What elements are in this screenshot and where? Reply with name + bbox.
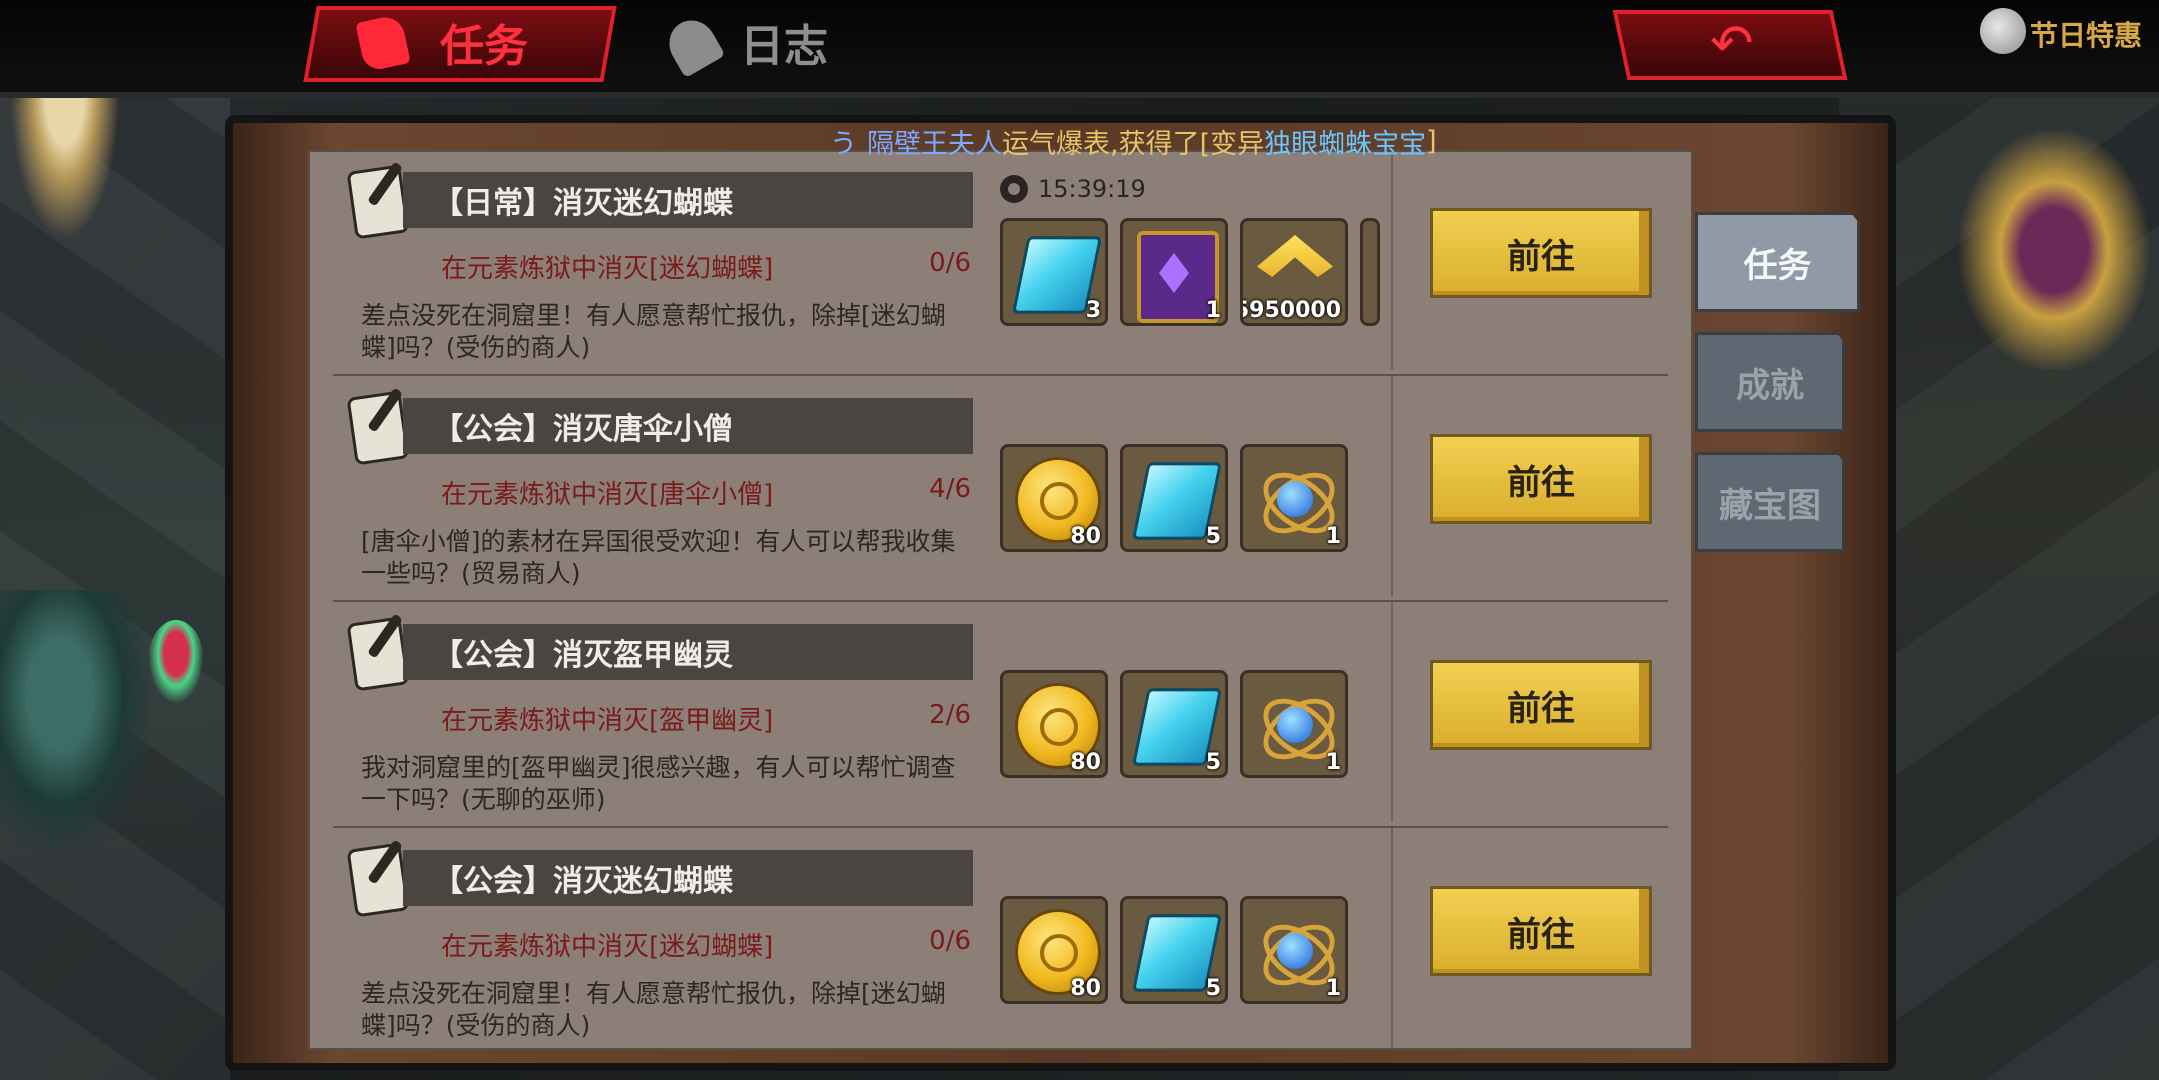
reward-item[interactable]: 5 <box>1120 670 1228 778</box>
reward-list: 80 5 1 <box>1000 444 1348 552</box>
reward-qty: 1 <box>1325 750 1341 775</box>
quest-description: 我对洞窟里的[盔甲幽灵]很感兴趣，有人可以帮忙调查一下吗？(无聊的巫师) <box>361 753 956 814</box>
pet-character <box>148 620 204 704</box>
orb-icon <box>1252 911 1345 998</box>
quest-title-bar: 【公会】消灭迷幻蝴蝶 <box>403 850 973 906</box>
reward-item[interactable]: 5 <box>1120 444 1228 552</box>
quest-row: 【公会】消灭唐伞小僧 在元素炼狱中消灭[唐伞小僧] 4/6 [唐伞小僧]的素材在… <box>308 376 1693 602</box>
objective-text: 在元素炼狱中消灭[迷幻蝴蝶] <box>441 254 774 284</box>
tab-quests[interactable]: 任务 <box>303 0 617 84</box>
reward-qty: 80 <box>1070 750 1101 775</box>
objective-text: 在元素炼狱中消灭[唐伞小僧] <box>441 480 774 510</box>
quest-title: 【公会】消灭迷幻蝴蝶 <box>433 864 733 899</box>
reward-qty: 5 <box>1205 976 1221 1001</box>
monster-character <box>0 590 150 850</box>
objective-progress: 4/6 <box>929 474 971 504</box>
objective-progress: 0/6 <box>929 248 971 278</box>
reward-item[interactable]: 80 <box>1000 444 1108 552</box>
ticker-prefix: う <box>830 128 857 160</box>
quest-objective: 在元素炼狱中消灭[唐伞小僧] 4/6 <box>441 474 971 511</box>
reward-item[interactable]: 80 <box>1000 670 1108 778</box>
festival-icon[interactable] <box>1980 8 2026 54</box>
reward-item-partial[interactable] <box>1360 218 1380 326</box>
go-button[interactable]: 前往 <box>1430 886 1652 976</box>
quest-description: 差点没死在洞窟里！有人愿意帮忙报仇，除掉[迷幻蝴蝶]吗？(受伤的商人) <box>361 979 946 1040</box>
reward-qty: 5 <box>1205 524 1221 549</box>
reward-item[interactable]: 3 <box>1000 218 1108 326</box>
objective-text: 在元素炼狱中消灭[盔甲幽灵] <box>441 706 774 736</box>
row-divider <box>1391 828 1393 1048</box>
reward-qty: 1 <box>1205 298 1221 323</box>
reward-qty: 80 <box>1070 524 1101 549</box>
ticker-text: 运气爆表,获得了[变异 <box>1002 128 1265 160</box>
reward-item[interactable]: 1 <box>1120 218 1228 326</box>
quest-objective: 在元素炼狱中消灭[盔甲幽灵] 2/6 <box>441 700 971 737</box>
go-button[interactable]: 前往 <box>1430 434 1652 524</box>
reward-item[interactable]: 80 <box>1000 896 1108 1004</box>
objective-text: 在元素炼狱中消灭[迷幻蝴蝶] <box>441 932 774 962</box>
ticker-item: 独眼蜘蛛宝宝 <box>1264 128 1427 160</box>
back-arrow-icon: ↶ <box>1710 14 1754 74</box>
exp-icon <box>1257 235 1333 277</box>
tab-label: 任务 <box>440 21 528 72</box>
quest-title: 【公会】消灭唐伞小僧 <box>433 412 733 447</box>
reward-qty: 5 <box>1205 750 1221 775</box>
quest-description: 差点没死在洞窟里！有人愿意帮忙报仇，除掉[迷幻蝴蝶]吗？(受伤的商人) <box>361 301 946 362</box>
quest-panel: 【日常】消灭迷幻蝴蝶 在元素炼狱中消灭[迷幻蝴蝶] 0/6 差点没死在洞窟里！有… <box>308 150 1693 1050</box>
reward-qty: 3 <box>1085 298 1101 323</box>
quest-title: 【日常】消灭迷幻蝴蝶 <box>433 186 733 221</box>
announcement-ticker: う 隔壁王夫人 运气爆表,获得了[变异 独眼蜘蛛宝宝 ] <box>830 122 1437 160</box>
orb-icon <box>1252 685 1345 772</box>
reward-item[interactable]: 1 <box>1240 670 1348 778</box>
back-button[interactable]: ↶ <box>1612 10 1848 80</box>
quest-title-bar: 【公会】消灭唐伞小僧 <box>403 398 973 454</box>
ticker-suffix: ] <box>1426 125 1437 157</box>
go-button[interactable]: 前往 <box>1430 208 1652 298</box>
objective-progress: 0/6 <box>929 926 971 956</box>
row-divider <box>1391 602 1393 822</box>
festival-label[interactable]: 节日特惠 <box>2030 14 2142 54</box>
quest-row: 【公会】消灭盔甲幽灵 在元素炼狱中消灭[盔甲幽灵] 2/6 我对洞窟里的[盔甲幽… <box>308 602 1693 828</box>
reward-item[interactable]: 5 <box>1120 896 1228 1004</box>
reward-qty: 1 <box>1325 524 1341 549</box>
ticker-player-name: 隔壁王夫人 <box>867 128 1002 160</box>
reward-item[interactable]: 1 <box>1240 896 1348 1004</box>
side-tab-achievements[interactable]: 成就 <box>1695 332 1845 432</box>
tab-log[interactable]: 日志 <box>650 0 870 84</box>
reward-list: 3 1 5950000 <box>1000 218 1380 326</box>
timer-text: 15:39:19 <box>1038 175 1146 203</box>
go-button[interactable]: 前往 <box>1430 660 1652 750</box>
reward-item[interactable]: 5950000 <box>1240 218 1348 326</box>
quest-objective: 在元素炼狱中消灭[迷幻蝴蝶] 0/6 <box>441 926 971 963</box>
reward-item[interactable]: 1 <box>1240 444 1348 552</box>
tab-label: 日志 <box>740 21 828 72</box>
objective-progress: 2/6 <box>929 700 971 730</box>
row-divider <box>1391 150 1393 370</box>
reward-qty: 80 <box>1070 976 1101 1001</box>
side-tabs: 任务 成就 藏宝图 <box>1695 212 1860 572</box>
side-tab-treasure-map[interactable]: 藏宝图 <box>1695 452 1845 552</box>
reward-list: 80 5 1 <box>1000 670 1348 778</box>
quest-row: 【公会】消灭迷幻蝴蝶 在元素炼狱中消灭[迷幻蝴蝶] 0/6 差点没死在洞窟里！有… <box>308 828 1693 1050</box>
quest-title: 【公会】消灭盔甲幽灵 <box>433 638 733 673</box>
reward-qty: 5950000 <box>1240 298 1341 323</box>
quest-title-bar: 【公会】消灭盔甲幽灵 <box>403 624 973 680</box>
reward-list: 80 5 1 <box>1000 896 1348 1004</box>
side-tab-quests[interactable]: 任务 <box>1695 212 1860 312</box>
quest-title-bar: 【日常】消灭迷幻蝴蝶 <box>403 172 973 228</box>
quest-objective: 在元素炼狱中消灭[迷幻蝴蝶] 0/6 <box>441 248 971 285</box>
row-divider <box>1391 376 1393 596</box>
clock-icon <box>1000 175 1028 203</box>
refresh-timer: 15:39:19 <box>1000 175 1146 203</box>
quest-description: [唐伞小僧]的素材在异国很受欢迎！有人可以帮我收集一些吗？(贸易商人) <box>361 527 956 588</box>
knight-character <box>1959 130 2149 370</box>
reward-qty: 1 <box>1325 976 1341 1001</box>
orb-icon <box>1252 459 1345 546</box>
